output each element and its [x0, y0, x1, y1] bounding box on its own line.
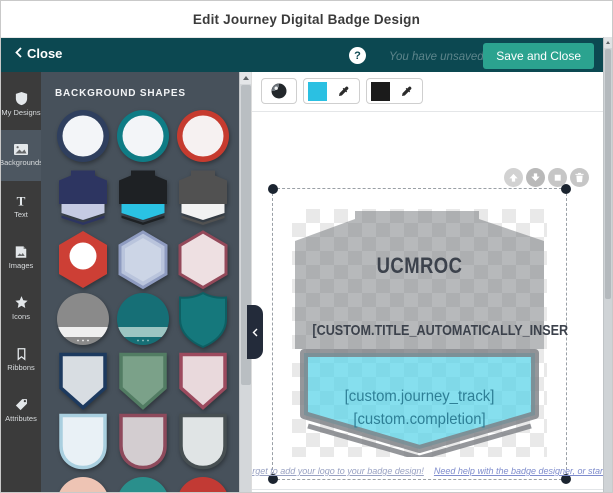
page-title: Edit Journey Digital Badge Design [193, 12, 420, 27]
move-down-button[interactable] [526, 168, 545, 187]
shape-thumbnail-circle-ring[interactable] [53, 108, 113, 169]
badge-completion-text[interactable]: [custom.completion] [292, 411, 547, 429]
star-icon [14, 295, 29, 310]
badge-issuer-text[interactable]: UCMROC [292, 253, 547, 279]
background-shapes-panel: BACKGROUND SHAPES [41, 72, 239, 493]
shape-thumbnail-tab-badge[interactable] [173, 169, 233, 230]
shape-thumbnail-circle-ring[interactable] [173, 108, 233, 169]
editor-header: Close ? You have unsaved changes Save an… [1, 37, 612, 72]
shape-thumbnail-round-shield[interactable] [173, 413, 233, 474]
shape-thumbnail-hexagon[interactable] [113, 230, 173, 291]
panel-title: BACKGROUND SHAPES [55, 88, 239, 99]
sidebar-item-label: Ribbons [7, 364, 35, 372]
shape-thumbnail-circle-band[interactable] [113, 291, 173, 352]
stroke-color-group [366, 78, 423, 104]
sidebar-item-images[interactable]: Images [1, 232, 41, 283]
shape-thumbnail-circle-ring[interactable] [113, 108, 173, 169]
stroke-color-swatch[interactable] [371, 82, 390, 101]
trash-icon [574, 172, 585, 183]
design-canvas[interactable]: UCMROC [CUSTOM.TITLE_AUTOMATICALLY_INSER… [251, 72, 605, 493]
shape-thumbnail-circle-partial[interactable] [113, 474, 173, 493]
shape-thumbnail-pennant[interactable] [53, 352, 113, 413]
shape-thumbnail-shield[interactable] [173, 291, 233, 352]
footer-note-text: 't forget to add your logo to your badge… [251, 466, 424, 476]
shield-icon [14, 91, 29, 106]
sidebar-item-label: Attributes [5, 415, 37, 423]
shape-thumbnail-tab-badge[interactable] [53, 169, 113, 230]
duplicate-button[interactable] [548, 168, 567, 187]
sidebar: My Designs Backgrounds T Text Images Icons Rib… [1, 72, 41, 493]
svg-text:T: T [17, 194, 26, 208]
shape-thumbnail-circle-partial[interactable] [53, 474, 113, 493]
sidebar-item-ribbons[interactable]: Ribbons [1, 334, 41, 385]
selection-handle[interactable] [268, 184, 278, 194]
images-icon [14, 245, 28, 259]
scroll-up-arrow-icon[interactable] [604, 37, 612, 48]
panel-collapse-tab[interactable] [247, 305, 263, 359]
shape-grid [41, 108, 239, 493]
sidebar-item-text[interactable]: T Text [1, 181, 41, 232]
arrow-down-icon [530, 172, 541, 183]
sidebar-item-my-designs[interactable]: My Designs [1, 79, 41, 130]
backgrounds-icon [13, 143, 29, 156]
arrow-up-icon [508, 172, 519, 183]
text-icon: T [14, 194, 28, 208]
canvas-toolbar [261, 78, 423, 104]
help-icon[interactable]: ? [349, 47, 366, 64]
square-icon [552, 172, 563, 183]
shape-thumbnail-pennant[interactable] [173, 352, 233, 413]
badge-designer-window: Edit Journey Digital Badge Design Close … [0, 0, 613, 493]
shape-thumbnail-hexagon[interactable] [173, 230, 233, 291]
tag-icon [14, 397, 29, 412]
sidebar-item-attributes[interactable]: Attributes [1, 385, 41, 436]
footer-help-link[interactable]: Need help with the badge designer, or st… [434, 466, 605, 476]
window-scrollbar-thumb[interactable] [605, 49, 611, 299]
save-and-close-button[interactable]: Save and Close [483, 43, 594, 69]
shape-thumbnail-tab-badge[interactable] [113, 169, 173, 230]
canvas-bottom-divider [252, 489, 605, 490]
shape-thumbnail-round-shield[interactable] [53, 413, 113, 474]
sidebar-item-label: Text [14, 211, 28, 219]
move-up-button[interactable] [504, 168, 523, 187]
sidebar-item-icons[interactable]: Icons [1, 283, 41, 334]
close-button[interactable]: Close [15, 46, 62, 61]
eyedropper-icon [337, 85, 350, 98]
sidebar-item-label: Icons [12, 313, 30, 321]
window-scrollbar[interactable] [603, 37, 612, 493]
shape-thumbnail-hexagon-circle[interactable] [53, 230, 113, 291]
canvas-footer-note: 't forget to add your logo to your badge… [251, 466, 605, 476]
eyedropper-icon [400, 85, 413, 98]
sidebar-item-label: Images [9, 262, 34, 270]
close-label: Close [27, 46, 62, 61]
shape-thumbnail-pennant[interactable] [113, 352, 173, 413]
sidebar-item-label: Backgrounds [0, 159, 43, 167]
color-ball-icon [270, 82, 288, 100]
fill-color-swatch[interactable] [308, 82, 327, 101]
shape-thumbnail-circle-partial[interactable] [173, 474, 233, 493]
chevron-left-icon [15, 46, 22, 61]
toolbar-divider [252, 111, 605, 112]
chevron-left-icon [252, 328, 258, 337]
badge-artboard: UCMROC [CUSTOM.TITLE_AUTOMATICALLY_INSER… [292, 209, 547, 457]
ribbon-icon [15, 347, 28, 361]
title-bar: Edit Journey Digital Badge Design [1, 1, 612, 37]
delete-button[interactable] [570, 168, 589, 187]
badge-track-text[interactable]: [custom.journey_track] [292, 388, 547, 406]
sidebar-item-backgrounds[interactable]: Backgrounds [1, 130, 41, 181]
selection-actions [504, 168, 589, 187]
shape-thumbnail-circle-band[interactable] [53, 291, 113, 352]
stroke-eyedropper-button[interactable] [394, 81, 418, 101]
fill-eyedropper-button[interactable] [331, 81, 355, 101]
fill-color-group [303, 78, 360, 104]
panel-scrollbar[interactable] [239, 72, 251, 493]
badge-title-text[interactable]: [CUSTOM.TITLE_AUTOMATICALLY_INSER [292, 322, 547, 339]
sidebar-item-label: My Designs [1, 109, 40, 117]
color-wheel-button[interactable] [261, 78, 297, 104]
shape-thumbnail-round-shield[interactable] [113, 413, 173, 474]
